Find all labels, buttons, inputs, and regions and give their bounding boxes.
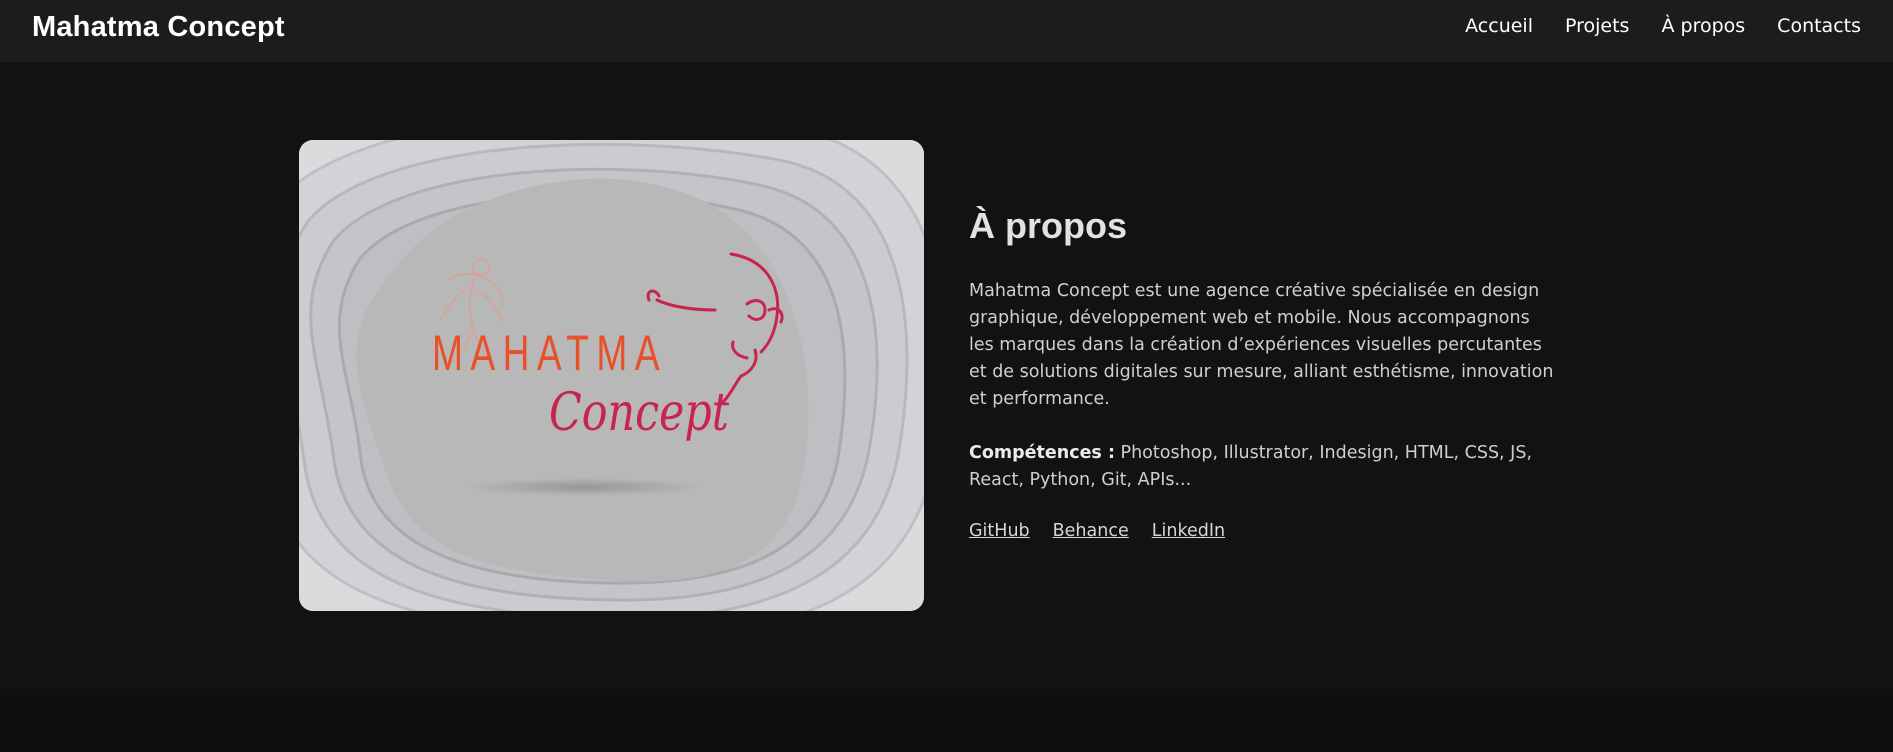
logo-script: Concept (549, 383, 729, 443)
behance-link[interactable]: Behance (1053, 521, 1129, 541)
footer-band (0, 695, 1893, 752)
about-section: À propos Mahatma Concept est une agence … (969, 200, 1569, 541)
about-description: Mahatma Concept est une agence créative … (969, 281, 1554, 409)
social-links: GitHub Behance LinkedIn (969, 521, 1569, 541)
logo-wordmark: MAHATMA (432, 325, 667, 381)
nav-link-accueil[interactable]: Accueil (1465, 15, 1533, 37)
nav-link-projets[interactable]: Projets (1565, 15, 1629, 37)
skills-label: Compétences : (969, 443, 1115, 463)
skills-line: Compétences : Photoshop, Illustrator, In… (969, 440, 1559, 494)
site-brand[interactable]: Mahatma Concept (32, 11, 285, 44)
top-navbar: Mahatma Concept Accueil Projets À propos… (0, 0, 1893, 62)
linkedin-link[interactable]: LinkedIn (1152, 521, 1225, 541)
about-title: À propos (969, 205, 1127, 246)
main-nav: Accueil Projets À propos Contacts (1465, 15, 1861, 37)
nav-link-contacts[interactable]: Contacts (1777, 15, 1861, 37)
about-logo-image: MAHATMA Concept (299, 140, 924, 611)
github-link[interactable]: GitHub (969, 521, 1030, 541)
nav-link-a-propos[interactable]: À propos (1661, 15, 1745, 37)
